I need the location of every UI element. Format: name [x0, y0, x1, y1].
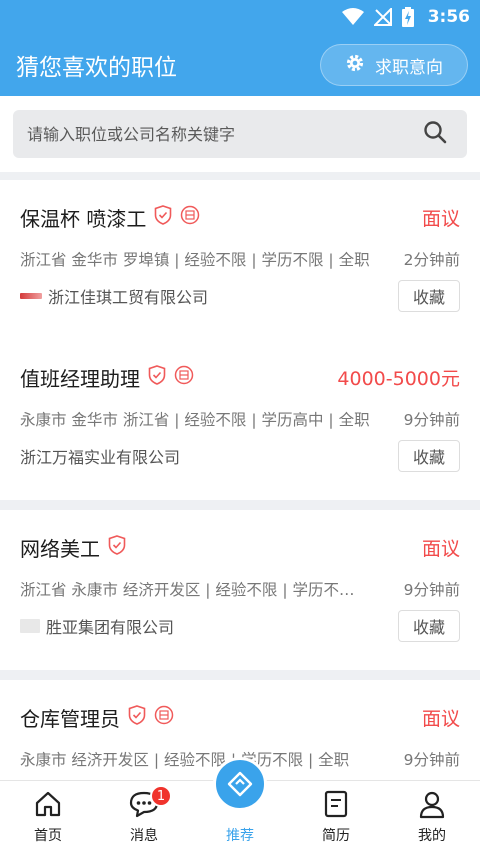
- company-logo: [20, 619, 40, 633]
- tab-messages-label: 消息: [130, 828, 158, 844]
- job-title: 保温杯 喷漆工: [20, 206, 147, 231]
- search-input[interactable]: [27, 124, 397, 144]
- job-info: 永康市 金华市 浙江省 | 经验不限 | 学历高中 | 全职: [20, 411, 370, 429]
- post-time: 2分钟前: [403, 251, 460, 269]
- salary: 面议: [421, 207, 460, 230]
- tab-home[interactable]: 首页: [0, 781, 96, 853]
- verified-shield-icon: [128, 705, 146, 729]
- post-time: 9分钟前: [403, 751, 460, 769]
- search-section: [0, 96, 480, 172]
- verified-shield-icon: [154, 205, 172, 229]
- job-preference-label: 求职意向: [375, 57, 443, 78]
- page-title: 猜您喜欢的职位: [16, 55, 177, 81]
- post-time: 9分钟前: [403, 411, 460, 429]
- salary: 4000-5000元: [337, 367, 460, 390]
- search-icon[interactable]: [423, 120, 447, 148]
- favorite-button[interactable]: 收藏: [397, 610, 460, 642]
- job-info: 浙江省 金华市 罗埠镇 | 经验不限 | 学历不限 | 全职: [20, 251, 370, 269]
- tab-recommend-label: 推荐: [226, 828, 254, 844]
- job-title: 仓库管理员: [20, 706, 120, 731]
- tab-profile[interactable]: 我的: [384, 781, 480, 853]
- company-name: 胜亚集团有限公司: [46, 618, 175, 637]
- job-info: 浙江省 永康市 经济开发区 | 经验不限 | 学历不…: [20, 581, 355, 599]
- status-time: 3:56: [427, 7, 470, 27]
- home-icon: [33, 787, 63, 821]
- no-signal-icon: [373, 8, 392, 26]
- tab-resume[interactable]: 简历: [288, 781, 384, 853]
- urgent-stamp-icon: [174, 365, 194, 389]
- gear-icon: [345, 53, 365, 78]
- user-icon: [417, 787, 447, 821]
- tab-home-label: 首页: [34, 828, 62, 844]
- company-name: 浙江佳琪工贸有限公司: [48, 288, 209, 307]
- tab-profile-label: 我的: [418, 828, 446, 844]
- message-badge: 1: [150, 785, 172, 807]
- wifi-icon: [341, 8, 364, 26]
- tab-messages[interactable]: 1 消息: [96, 781, 192, 853]
- verified-shield-icon: [108, 535, 126, 559]
- company-logo: [20, 293, 42, 299]
- urgent-stamp-icon: [180, 205, 200, 229]
- job-card[interactable]: 值班经理助理 4000-5000元 永康市 金华市 浙江省 | 经验不限 | 学…: [0, 340, 480, 500]
- tab-recommend[interactable]: 推荐: [192, 757, 288, 853]
- job-title: 值班经理助理: [20, 366, 140, 391]
- job-card[interactable]: 保温杯 喷漆工 面议 浙江省 金华市 罗埠镇 | 经验不限 | 学历不限 | 全…: [0, 180, 480, 340]
- bottom-tab-bar: 首页 1 消息 推荐 简历 我的: [0, 757, 480, 853]
- urgent-stamp-icon: [154, 705, 174, 729]
- job-card[interactable]: 网络美工 面议 浙江省 永康市 经济开发区 | 经验不限 | 学历不… 9分钟前…: [0, 510, 480, 670]
- search-box[interactable]: [13, 110, 467, 158]
- status-bar: 3:56: [0, 0, 480, 34]
- recommend-icon: [213, 757, 267, 811]
- favorite-button[interactable]: 收藏: [397, 440, 460, 472]
- company-name: 浙江万福实业有限公司: [20, 448, 181, 467]
- post-time: 9分钟前: [403, 581, 460, 599]
- salary: 面议: [421, 707, 460, 730]
- favorite-button[interactable]: 收藏: [397, 280, 460, 312]
- top-bar: 3:56 猜您喜欢的职位 求职意向: [0, 0, 480, 96]
- battery-icon: [401, 7, 414, 27]
- header: 猜您喜欢的职位 求职意向: [0, 34, 480, 96]
- job-preference-button[interactable]: 求职意向: [320, 44, 468, 86]
- salary: 面议: [421, 537, 460, 560]
- job-info: 永康市 经济开发区 | 经验不限 | 学历不限 | 全职: [20, 751, 350, 769]
- tab-resume-label: 简历: [322, 828, 350, 844]
- resume-icon: [323, 787, 349, 821]
- verified-shield-icon: [148, 365, 166, 389]
- job-title: 网络美工: [20, 536, 100, 561]
